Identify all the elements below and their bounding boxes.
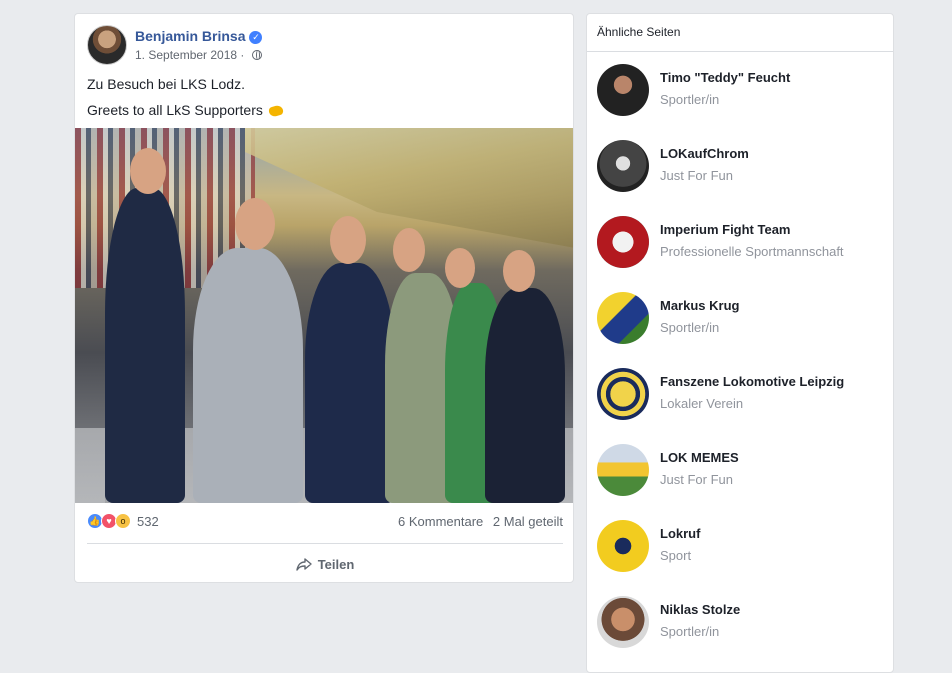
- page-category: Sportler/in: [660, 624, 720, 639]
- page-name[interactable]: LOK MEMES: [660, 450, 739, 465]
- divider: [87, 543, 563, 544]
- similar-pages-panel: Ähnliche Seiten Timo "Teddy" Feucht Spor…: [586, 13, 894, 673]
- post-date[interactable]: 1. September 2018: [135, 48, 237, 62]
- page-name[interactable]: Niklas Stolze: [660, 602, 740, 617]
- page-avatar[interactable]: [597, 216, 649, 268]
- similar-page-item[interactable]: LOKaufChrom Just For Fun: [597, 140, 887, 196]
- page-category: Lokaler Verein: [660, 396, 744, 411]
- post-text-line-2: Greets to all LkS Supporters: [87, 100, 557, 120]
- photo-person-head: [393, 228, 425, 272]
- post-meta: 1. September 2018 ·: [135, 48, 262, 62]
- page-avatar[interactable]: [597, 596, 649, 648]
- author-avatar[interactable]: [87, 25, 127, 65]
- page-name[interactable]: Lokruf: [660, 526, 700, 541]
- post-text: Zu Besuch bei LKS Lodz. Greets to all Lk…: [87, 74, 557, 126]
- share-label: Teilen: [317, 556, 355, 572]
- page-avatar[interactable]: [597, 444, 649, 496]
- wow-icon: o: [115, 513, 131, 529]
- reaction-count[interactable]: 532: [137, 514, 159, 529]
- similar-pages-title: Ähnliche Seiten: [597, 25, 681, 39]
- author-line: Benjamin Brinsa ✓: [135, 28, 263, 44]
- post-header: Benjamin Brinsa ✓ 1. September 2018 ·: [87, 25, 557, 67]
- page-category: Sportler/in: [660, 320, 720, 335]
- photo-person: [305, 263, 395, 503]
- page-category: Sport: [660, 548, 692, 563]
- post-text-line: Zu Besuch bei LKS Lodz.: [87, 76, 245, 92]
- comments-count[interactable]: 6 Kommentare: [398, 514, 483, 529]
- photo-person: [485, 288, 565, 503]
- similar-page-item[interactable]: Markus Krug Sportler/in: [597, 292, 887, 348]
- post-text-line-2-text: Greets to all LkS Supporters: [87, 102, 263, 118]
- photo-person-head: [130, 148, 166, 194]
- page-avatar[interactable]: [597, 520, 649, 572]
- globe-icon: [251, 50, 262, 60]
- page-name[interactable]: Markus Krug: [660, 298, 739, 313]
- similar-page-item[interactable]: Niklas Stolze Sportler/in: [597, 596, 887, 652]
- reactions-bar: 👍 ♥ o 532 6 Kommentare 2 Mal geteilt: [87, 512, 563, 534]
- share-button[interactable]: Teilen: [87, 549, 563, 579]
- similar-page-item[interactable]: Imperium Fight Team Professionelle Sport…: [597, 216, 887, 272]
- page-avatar[interactable]: [597, 64, 649, 116]
- similar-page-item[interactable]: Lokruf Sport: [597, 520, 887, 576]
- post-photo[interactable]: [75, 128, 573, 503]
- verified-badge-icon: ✓: [249, 31, 263, 44]
- page-avatar[interactable]: [597, 368, 649, 420]
- page-name[interactable]: Fanszene Lokomotive Leipzig: [660, 374, 844, 389]
- divider: [587, 51, 893, 52]
- photo-person-head: [330, 216, 366, 264]
- handshake-emoji-icon: [267, 104, 284, 118]
- similar-page-item[interactable]: Fanszene Lokomotive Leipzig Lokaler Vere…: [597, 368, 887, 424]
- post-card: Benjamin Brinsa ✓ 1. September 2018 · Zu …: [74, 13, 574, 583]
- page-avatar[interactable]: [597, 292, 649, 344]
- page-name[interactable]: LOKaufChrom: [660, 146, 749, 161]
- page-category: Just For Fun: [660, 168, 733, 183]
- page-name[interactable]: Timo "Teddy" Feucht: [660, 70, 790, 85]
- similar-page-item[interactable]: LOK MEMES Just For Fun: [597, 444, 887, 500]
- author-name[interactable]: Benjamin Brinsa: [135, 28, 245, 44]
- engagement-counts: 6 Kommentare 2 Mal geteilt: [392, 514, 563, 529]
- shares-count[interactable]: 2 Mal geteilt: [493, 514, 563, 529]
- photo-person-head: [445, 248, 475, 288]
- page-category: Just For Fun: [660, 472, 733, 487]
- page-name[interactable]: Imperium Fight Team: [660, 222, 791, 237]
- page-category: Sportler/in: [660, 92, 720, 107]
- photo-person-head: [235, 198, 275, 250]
- photo-person: [105, 188, 185, 503]
- page-category: Professionelle Sportmannschaft: [660, 244, 844, 259]
- photo-person-head: [503, 250, 535, 292]
- share-icon: [295, 558, 312, 571]
- photo-person: [193, 248, 303, 503]
- similar-page-item[interactable]: Timo "Teddy" Feucht Sportler/in: [597, 64, 887, 120]
- page-avatar[interactable]: [597, 140, 649, 192]
